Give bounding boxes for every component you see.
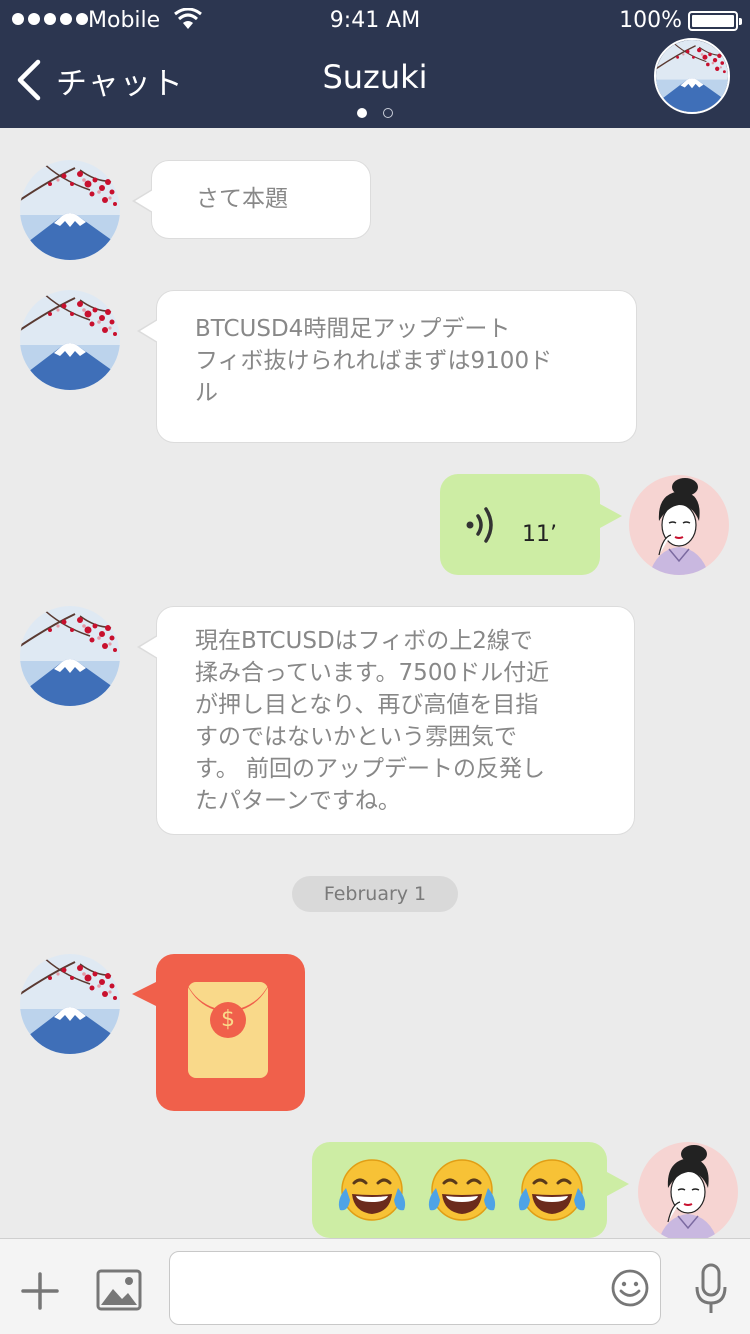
outgoing-emoji-message[interactable] [312, 1142, 629, 1238]
avatar-image [629, 475, 729, 575]
voice-duration: 11’ [522, 522, 557, 547]
message-text-line: たパターンですね。 [195, 788, 401, 814]
sender-avatar[interactable] [20, 290, 120, 390]
date-separator: February 1 [292, 876, 458, 912]
avatar-image [20, 160, 120, 260]
message-text-line: さて本題 [196, 186, 288, 212]
avatar-image [656, 40, 728, 112]
microphone-icon[interactable] [693, 1263, 729, 1315]
dollar-coin-icon: $ [210, 1002, 246, 1038]
sender-avatar[interactable] [20, 606, 120, 706]
plus-icon[interactable] [20, 1271, 60, 1311]
incoming-message-bubble[interactable]: BTCUSD4時間足アップデート フィボ抜けられればまずは9100ド ル [137, 290, 637, 443]
tears-of-joy-emoji-icon [338, 1159, 406, 1221]
message-text-line: BTCUSD4時間足アップデート [195, 316, 511, 342]
message-text-line: すのではないかという雰囲気で [195, 724, 517, 750]
avatar-image [20, 954, 120, 1054]
red-envelope-icon: $ [188, 982, 268, 1078]
voice-wave-icon [466, 507, 493, 543]
message-text-line: 揉み合っています。7500ドル付近 [195, 660, 550, 686]
message-text-line: が押し目となり、再び高値を目指 [195, 692, 539, 718]
red-envelope-message[interactable]: $ [132, 954, 305, 1111]
my-avatar[interactable] [638, 1142, 738, 1242]
message-text-field[interactable] [169, 1251, 661, 1325]
sender-avatar[interactable] [20, 160, 120, 260]
tears-of-joy-emoji-icon [428, 1159, 496, 1221]
incoming-message-bubble[interactable]: さて本題 [132, 160, 371, 239]
message-input[interactable] [186, 1264, 596, 1312]
message-text-line: フィボ抜けられればまずは9100ド [195, 348, 553, 374]
message-text-line: 現在BTCUSDはフィボの上2線で [195, 628, 533, 654]
page-dot-active [357, 108, 367, 118]
page-dot-inactive [383, 108, 393, 118]
message-text-line: ル [195, 380, 218, 406]
contact-avatar-button[interactable] [654, 38, 730, 114]
image-icon[interactable] [96, 1269, 142, 1311]
battery-percentage: 100% [619, 8, 682, 33]
emoji-smiley-icon[interactable] [610, 1268, 650, 1308]
avatar-image [638, 1142, 738, 1242]
sender-avatar[interactable] [20, 954, 120, 1054]
battery-icon [688, 11, 742, 31]
page-indicator [357, 108, 393, 118]
outgoing-voice-message[interactable]: 11’ [440, 474, 622, 575]
my-avatar[interactable] [629, 475, 729, 575]
avatar-image [20, 290, 120, 390]
tears-of-joy-emoji-icon [518, 1159, 586, 1221]
avatar-image [20, 606, 120, 706]
chat-title: Suzuki [322, 58, 428, 96]
navigation-bar: Mobile 9:41 AM 100% チャット Suzuki [0, 0, 750, 128]
message-text-line: す。 前回のアップデートの反発し [195, 756, 546, 782]
status-bar: Mobile 9:41 AM 100% [0, 0, 750, 42]
incoming-message-bubble[interactable]: 現在BTCUSDはフィボの上2線で 揉み合っています。7500ドル付近 が押し目… [137, 606, 635, 835]
message-input-bar [0, 1238, 750, 1334]
